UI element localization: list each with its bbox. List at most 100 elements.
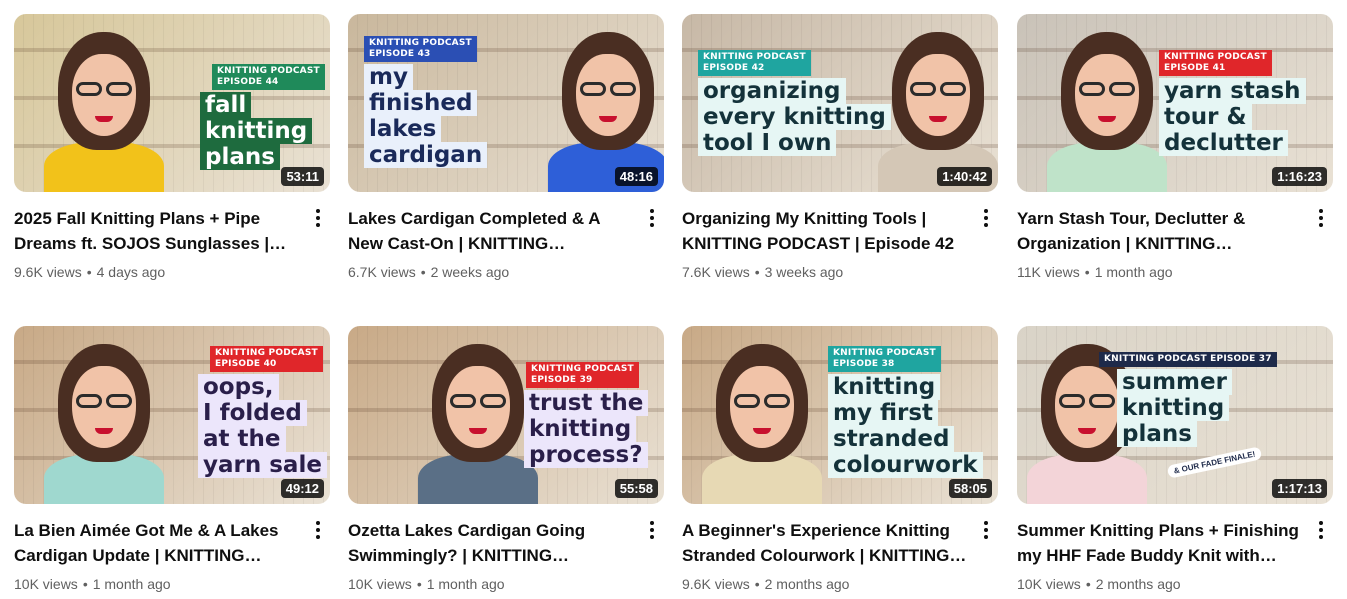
video-details: A Beginner's Experience Knitting Strande…: [682, 518, 998, 594]
video-card[interactable]: KNITTING PODCAST EPISODE 38 knitting my fir…: [682, 326, 998, 594]
video-thumbnail[interactable]: KNITTING PODCAST EPISODE 42 organizing ever…: [682, 14, 998, 192]
upload-age: 4 days ago: [96, 264, 166, 280]
thumbnail-title-line: finished: [364, 90, 478, 116]
video-metadata: 9.6K views • 2 months ago: [682, 574, 968, 594]
video-details: La Bien Aimée Got Me & A Lakes Cardigan …: [14, 518, 330, 594]
separator: •: [754, 264, 760, 280]
thumbnail-title-line: I folded: [198, 400, 307, 426]
thumbnail-title-line: knitting: [200, 118, 313, 144]
video-thumbnail[interactable]: KNITTING PODCAST EPISODE 41 yarn stash tour…: [1017, 14, 1333, 192]
video-card[interactable]: KNITTING PODCAST EPISODE 42 organizing ever…: [682, 14, 998, 282]
badge-line: KNITTING PODCAST: [703, 52, 806, 62]
video-title[interactable]: Summer Knitting Plans + Finishing my HHF…: [1017, 518, 1303, 568]
separator: •: [86, 264, 92, 280]
glasses-icon: [764, 394, 790, 408]
more-vert-icon[interactable]: [306, 518, 330, 542]
separator: •: [416, 576, 422, 592]
duration-badge: 1:40:42: [937, 167, 992, 186]
badge-line: KNITTING PODCAST: [531, 364, 634, 374]
badge-line: EPISODE 39: [531, 375, 593, 385]
more-vert-icon[interactable]: [640, 518, 664, 542]
duration-badge: 55:58: [614, 479, 658, 498]
video-title[interactable]: La Bien Aimée Got Me & A Lakes Cardigan …: [14, 518, 300, 568]
badge-line: EPISODE 43: [369, 49, 431, 59]
video-metadata: 10K views • 2 months ago: [1017, 574, 1303, 594]
badge-line: KNITTING PODCAST: [369, 38, 472, 48]
thumbnail-title-line: my: [364, 64, 413, 90]
glasses-icon: [610, 82, 636, 96]
video-title[interactable]: 2025 Fall Knitting Plans + Pipe Dreams f…: [14, 206, 300, 256]
video-title[interactable]: Lakes Cardigan Completed & A New Cast-On…: [348, 206, 634, 256]
view-count: 9.6K views: [14, 264, 82, 280]
upload-age: 1 month ago: [1094, 264, 1173, 280]
video-title[interactable]: Yarn Stash Tour, Declutter & Organizatio…: [1017, 206, 1303, 256]
thumbnail-title-line: cardigan: [364, 142, 488, 168]
view-count: 11K views: [1017, 264, 1080, 280]
video-thumbnail[interactable]: KNITTING PODCAST EPISODE 37 summer knittin…: [1017, 326, 1333, 504]
thumbnail-title-line: tool I own: [698, 130, 837, 156]
more-vert-icon[interactable]: [1309, 518, 1333, 542]
glasses-icon: [76, 82, 102, 96]
thumbnail-title: my finished lakes cardigan: [364, 64, 488, 168]
podcast-badge: KNITTING PODCAST EPISODE 40: [210, 346, 323, 372]
glasses-icon: [1059, 394, 1085, 408]
video-thumbnail[interactable]: KNITTING PODCAST EPISODE 40 oops, I folded a…: [14, 326, 330, 504]
video-thumbnail[interactable]: KNITTING PODCAST EPISODE 43 my finished lake…: [348, 14, 664, 192]
badge-line: EPISODE 38: [833, 359, 895, 369]
thumbnail-title: summer knitting plans: [1117, 369, 1232, 447]
thumbnail-title-line: knitting: [524, 416, 637, 442]
thumbnail-title-line: declutter: [1159, 130, 1288, 156]
view-count: 7.6K views: [682, 264, 750, 280]
video-card[interactable]: KNITTING PODCAST EPISODE 43 my finished lake…: [348, 14, 664, 282]
badge-line: EPISODE 44: [217, 77, 279, 87]
video-thumbnail[interactable]: KNITTING PODCAST EPISODE 38 knitting my fir…: [682, 326, 998, 504]
view-count: 10K views: [14, 576, 78, 592]
thumbnail-title-line: summer: [1117, 369, 1232, 395]
more-vert-icon[interactable]: [640, 206, 664, 230]
thumbnail-title-line: trust the: [524, 390, 649, 416]
thumbnail-title-line: colourwork: [828, 452, 983, 478]
video-title[interactable]: Organizing My Knitting Tools | KNITTING …: [682, 206, 968, 256]
video-title[interactable]: Ozetta Lakes Cardigan Going Swimmingly? …: [348, 518, 634, 568]
badge-line: EPISODE 41: [1164, 63, 1226, 73]
thumbnail-title-line: plans: [1117, 421, 1197, 447]
video-card[interactable]: KNITTING PODCAST EPISODE 37 summer knittin…: [1017, 326, 1333, 594]
duration-badge: 58:05: [948, 479, 992, 498]
glasses-icon: [106, 82, 132, 96]
thumbnail-title-line: fall: [200, 92, 252, 118]
thumbnail-title-line: yarn stash: [1159, 78, 1306, 104]
more-vert-icon[interactable]: [974, 518, 998, 542]
video-details: Summer Knitting Plans + Finishing my HHF…: [1017, 518, 1333, 594]
podcast-badge: KNITTING PODCAST EPISODE 44: [212, 64, 325, 90]
glasses-icon: [450, 394, 476, 408]
more-vert-icon[interactable]: [1309, 206, 1333, 230]
thumbnail-title-line: plans: [200, 144, 280, 170]
video-card[interactable]: KNITTING PODCAST EPISODE 40 oops, I folded a…: [14, 326, 330, 594]
thumbnail-title-line: organizing: [698, 78, 846, 104]
thumbnail-title: oops, I folded at the yarn sale: [198, 374, 327, 478]
video-card[interactable]: KNITTING PODCAST EPISODE 41 yarn stash tour…: [1017, 14, 1333, 282]
video-metadata: 7.6K views • 3 weeks ago: [682, 262, 968, 282]
host-portrait: [702, 336, 822, 504]
more-vert-icon[interactable]: [306, 206, 330, 230]
upload-age: 1 month ago: [92, 576, 171, 592]
glasses-icon: [76, 394, 102, 408]
video-card[interactable]: KNITTING PODCAST EPISODE 39 trust the knitt…: [348, 326, 664, 594]
glasses-icon: [1079, 82, 1105, 96]
podcast-badge: KNITTING PODCAST EPISODE 42: [698, 50, 811, 76]
video-details: 2025 Fall Knitting Plans + Pipe Dreams f…: [14, 206, 330, 282]
video-thumbnail[interactable]: KNITTING PODCAST EPISODE 39 trust the knitt…: [348, 326, 664, 504]
video-card[interactable]: KNITTING PODCAST EPISODE 44 fall knitting pl…: [14, 14, 330, 282]
thumbnail-title-line: knitting: [1117, 395, 1230, 421]
video-thumbnail[interactable]: KNITTING PODCAST EPISODE 44 fall knitting pl…: [14, 14, 330, 192]
video-title[interactable]: A Beginner's Experience Knitting Strande…: [682, 518, 968, 568]
video-details: Organizing My Knitting Tools | KNITTING …: [682, 206, 998, 282]
thumbnail-title: fall knitting plans: [200, 92, 313, 170]
badge-line: KNITTING PODCAST EPISODE 37: [1104, 354, 1272, 364]
podcast-badge: KNITTING PODCAST EPISODE 41: [1159, 50, 1272, 76]
thumbnail-title: organizing every knitting tool I own: [698, 78, 891, 156]
badge-line: EPISODE 42: [703, 63, 765, 73]
more-vert-icon[interactable]: [974, 206, 998, 230]
upload-age: 1 month ago: [426, 576, 505, 592]
thumbnail-title-line: oops,: [198, 374, 279, 400]
